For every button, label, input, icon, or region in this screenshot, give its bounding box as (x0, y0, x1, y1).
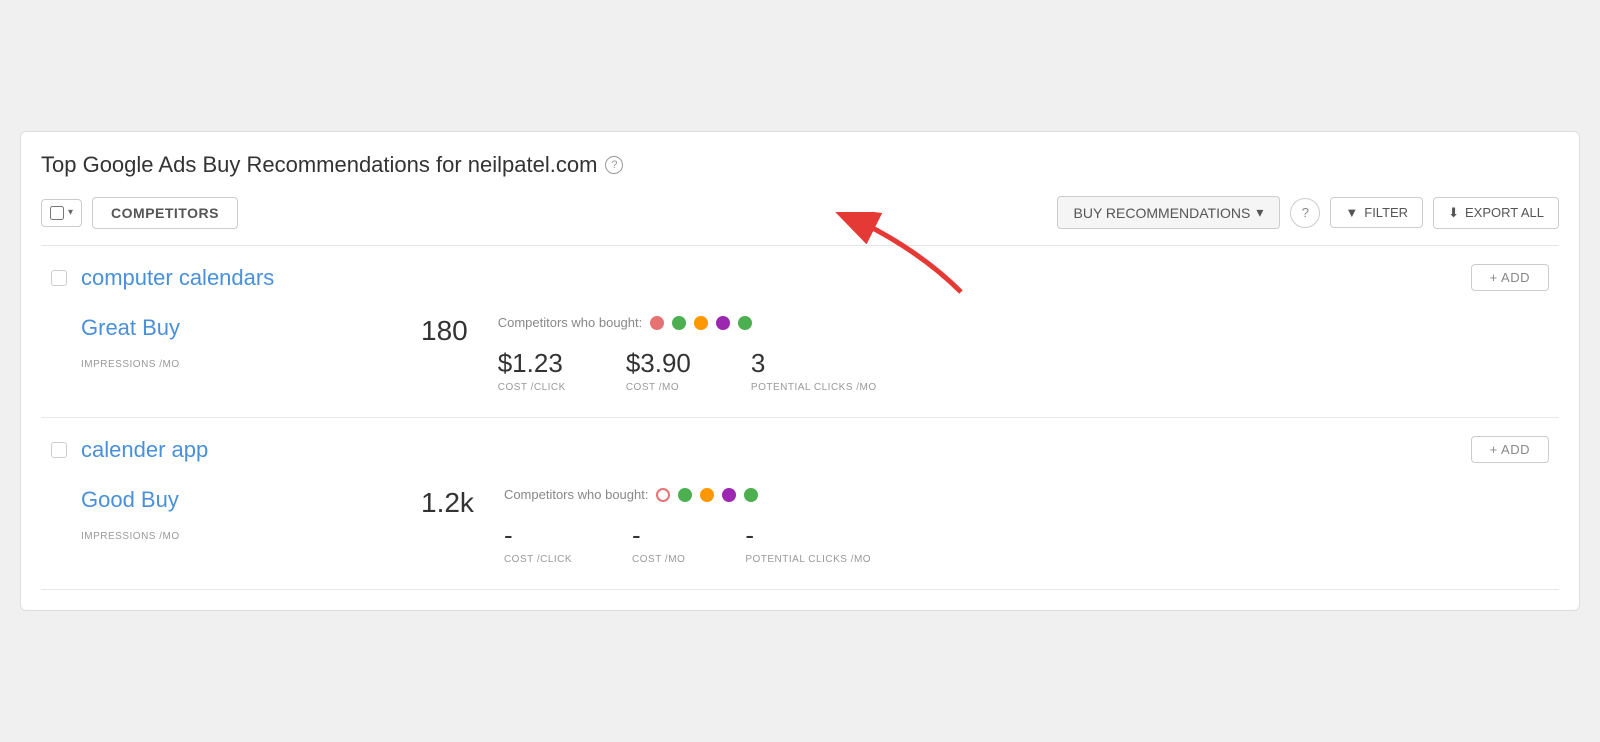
cost-mo-metric-calender-app: - COST /MO (632, 520, 685, 565)
center-col-calender-app: Competitors who bought: - COST /CLICK - … (474, 487, 1519, 565)
potential-clicks-label: POTENTIAL CLICKS /MO (751, 382, 877, 393)
competitor-dot (744, 488, 758, 502)
cost-mo-label: COST /MO (632, 554, 685, 565)
toolbar: ▾ COMPETITORS BUY RECOMMENDATIONS ▾ ? ▼ … (41, 196, 1559, 246)
buy-rec-label: BUY RECOMMENDATIONS (1074, 205, 1251, 221)
metrics-row-calender-app: - COST /CLICK - COST /MO - POTENTIAL CLI… (504, 520, 1519, 565)
filter-label: FILTER (1364, 205, 1408, 220)
cost-click-value: $1.23 (498, 348, 566, 379)
competitors-button[interactable]: COMPETITORS (92, 197, 238, 229)
cost-click-label: COST /CLICK (504, 554, 572, 565)
cost-mo-value: $3.90 (626, 348, 691, 379)
export-all-button[interactable]: ⬇ EXPORT ALL (1433, 197, 1559, 229)
title-help-icon[interactable]: ? (605, 156, 623, 174)
impressions-num-computer-calendars: 180 (421, 315, 468, 347)
cost-mo-metric-computer-calendars: $3.90 COST /MO (626, 348, 691, 393)
add-button-computer-calendars[interactable]: + ADD (1471, 264, 1549, 291)
potential-clicks-label: POTENTIAL CLICKS /MO (745, 554, 871, 565)
competitor-dot (656, 488, 670, 502)
center-col-computer-calendars: Competitors who bought: $1.23 COST /CLIC… (468, 315, 1519, 393)
potential-clicks-metric-calender-app: - POTENTIAL CLICKS /MO (745, 520, 871, 565)
competitor-dot (672, 316, 686, 330)
buy-rec-dropdown-icon: ▾ (1256, 204, 1263, 221)
competitor-dot (650, 316, 664, 330)
cost-click-value: - (504, 520, 572, 551)
cost-mo-value: - (632, 520, 685, 551)
keyword-title-calender-app[interactable]: calender app (81, 437, 208, 463)
keyword-title-computer-calendars[interactable]: computer calendars (81, 265, 274, 291)
competitor-dot (722, 488, 736, 502)
cost-click-label: COST /CLICK (498, 382, 566, 393)
competitor-dot (678, 488, 692, 502)
rating-badge-computer-calendars[interactable]: Great Buy (81, 315, 401, 341)
keyword-header: calender app + ADD (41, 418, 1559, 477)
export-label: EXPORT ALL (1465, 205, 1544, 220)
impressions-label-calender-app: IMPRESSIONS /MO (81, 531, 401, 542)
impressions-bar-computer-calendars (81, 347, 401, 355)
competitors-row-calender-app: Competitors who bought: (504, 487, 1519, 502)
competitors-who-bought-label: Competitors who bought: (498, 315, 643, 330)
filter-icon: ▼ (1345, 205, 1358, 220)
cost-mo-label: COST /MO (626, 382, 691, 393)
potential-clicks-value: - (745, 520, 871, 551)
competitor-dot (738, 316, 752, 330)
left-col-computer-calendars: Great Buy IMPRESSIONS /MO (81, 315, 401, 370)
impressions-col-computer-calendars: 180 (421, 315, 468, 347)
select-all-checkbox-btn[interactable]: ▾ (41, 199, 82, 227)
competitors-who-bought-label: Competitors who bought: (504, 487, 649, 502)
impressions-bar-calender-app (81, 519, 401, 527)
metrics-row-computer-calendars: $1.23 COST /CLICK $3.90 COST /MO 3 POTEN… (498, 348, 1519, 393)
page-title: Top Google Ads Buy Recommendations for n… (41, 152, 597, 178)
page-title-row: Top Google Ads Buy Recommendations for n… (41, 152, 1559, 178)
keyword-section-computer-calendars: computer calendars + ADD Great Buy IMPRE… (41, 246, 1559, 418)
impressions-num-calender-app: 1.2k (421, 487, 474, 519)
rating-badge-calender-app[interactable]: Good Buy (81, 487, 401, 513)
keyword-detail-calender-app: Good Buy IMPRESSIONS /MO 1.2k Competitor… (41, 477, 1559, 589)
competitors-row-computer-calendars: Competitors who bought: (498, 315, 1519, 330)
select-all-checkbox[interactable] (50, 206, 64, 220)
keyword-header: computer calendars + ADD (41, 246, 1559, 305)
main-container: Top Google Ads Buy Recommendations for n… (20, 131, 1580, 611)
keyword-detail-computer-calendars: Great Buy IMPRESSIONS /MO 180 Competitor… (41, 305, 1559, 417)
buy-recommendations-button[interactable]: BUY RECOMMENDATIONS ▾ (1057, 196, 1281, 229)
export-icon: ⬇ (1448, 205, 1459, 221)
filter-button[interactable]: ▼ FILTER (1330, 197, 1423, 228)
keyword-section-calender-app: calender app + ADD Good Buy IMPRESSIONS … (41, 418, 1559, 590)
add-button-calender-app[interactable]: + ADD (1471, 436, 1549, 463)
toolbar-help-icon[interactable]: ? (1290, 198, 1320, 228)
competitor-dot (694, 316, 708, 330)
potential-clicks-metric-computer-calendars: 3 POTENTIAL CLICKS /MO (751, 348, 877, 393)
checkbox-dropdown-arrow[interactable]: ▾ (68, 207, 73, 218)
keyword-checkbox-computer-calendars[interactable] (51, 270, 67, 286)
cost-click-metric-calender-app: - COST /CLICK (504, 520, 572, 565)
impressions-col-calender-app: 1.2k (421, 487, 474, 519)
keyword-checkbox-calender-app[interactable] (51, 442, 67, 458)
left-col-calender-app: Good Buy IMPRESSIONS /MO (81, 487, 401, 542)
keywords-container: computer calendars + ADD Great Buy IMPRE… (41, 246, 1559, 590)
cost-click-metric-computer-calendars: $1.23 COST /CLICK (498, 348, 566, 393)
competitor-dot (716, 316, 730, 330)
competitor-dot (700, 488, 714, 502)
potential-clicks-value: 3 (751, 348, 877, 379)
impressions-label-computer-calendars: IMPRESSIONS /MO (81, 359, 401, 370)
